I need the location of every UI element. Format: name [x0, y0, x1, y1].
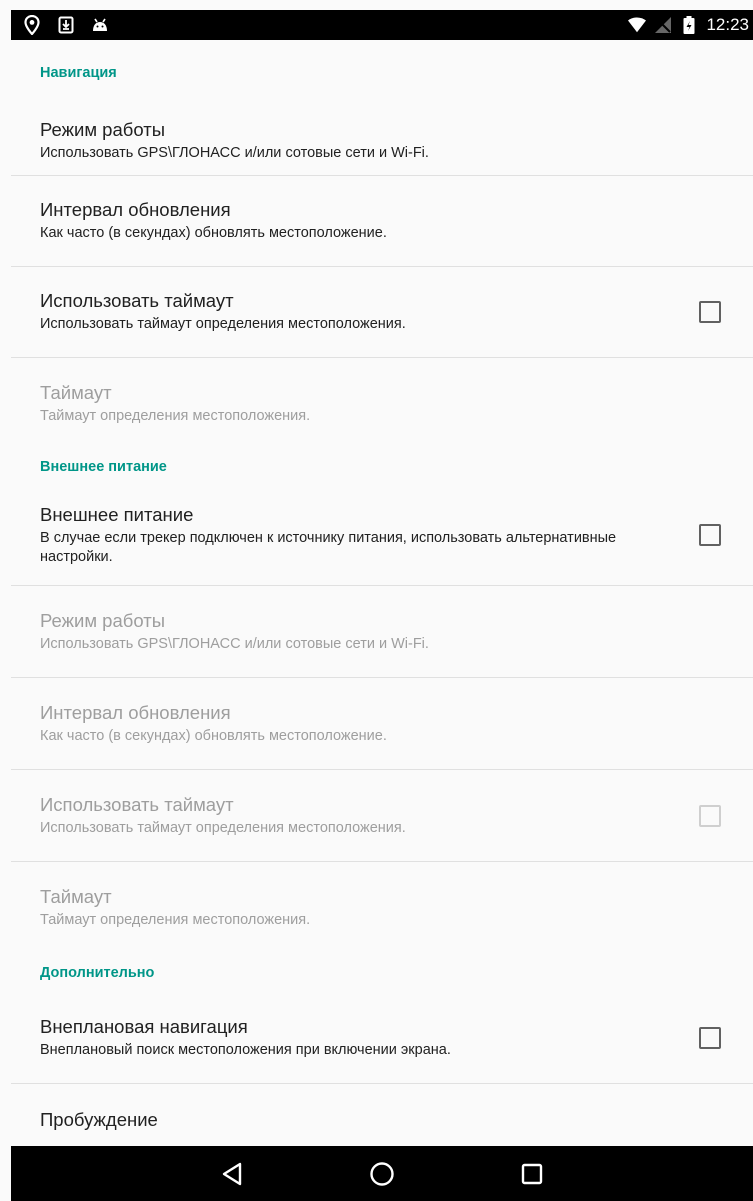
pref-unscheduled-navigation[interactable]: Внеплановая навигация Внеплановый поиск …	[11, 992, 753, 1084]
status-time: 12:23	[706, 15, 749, 34]
recents-icon[interactable]	[512, 1154, 552, 1194]
pref-title: Внешнее питание	[40, 503, 194, 525]
navigation-bar	[11, 1146, 753, 1201]
android-icon	[91, 16, 109, 34]
pref-title: Таймаут	[40, 381, 112, 403]
download-icon	[57, 16, 75, 34]
status-bar: 12:23	[11, 10, 753, 40]
home-icon[interactable]	[362, 1154, 402, 1194]
category-header-external-power: Внешнее питание	[40, 459, 167, 475]
pref-title: Использовать таймаут	[40, 290, 234, 311]
pref-mode-external: Режим работы Использовать GPS\ГЛОНАСС и/…	[11, 586, 753, 678]
external-power-checkbox[interactable]	[699, 524, 721, 546]
pref-wakeup[interactable]: Пробуждение	[11, 1084, 753, 1146]
wifi-icon	[628, 16, 647, 34]
pref-timeout: Таймаут Таймаут определения местоположен…	[11, 358, 753, 449]
category-header-navigation: Навигация	[40, 65, 117, 81]
pref-summary: Таймаут определения местоположения.	[40, 912, 311, 928]
back-icon[interactable]	[212, 1154, 252, 1194]
pref-summary: В случае если трекер подключен к источни…	[40, 529, 617, 565]
pref-title: Режим работы	[40, 118, 166, 140]
pref-use-timeout[interactable]: Использовать таймаут Использовать таймау…	[11, 267, 753, 358]
pref-title: Внеплановая навигация	[40, 1015, 248, 1037]
pref-use-timeout-external: Использовать таймаут Использовать таймау…	[11, 770, 753, 862]
pref-title: Пробуждение	[40, 1109, 158, 1130]
unscheduled-navigation-checkbox[interactable]	[699, 1026, 721, 1049]
pref-summary: Использовать GPS\ГЛОНАСС и/или сотовые с…	[40, 144, 429, 161]
pref-title: Использовать таймаут	[40, 793, 234, 815]
pref-summary: Использовать таймаут определения местопо…	[40, 316, 406, 332]
pref-summary: Как часто (в секундах) обновлять местопо…	[40, 225, 387, 241]
pref-title: Интервал обновления	[40, 199, 231, 220]
pref-summary: Внеплановый поиск местоположения при вкл…	[40, 1041, 451, 1058]
pref-summary: Использовать таймаут определения местопо…	[40, 819, 406, 836]
settings-list[interactable]: Навигация Режим работы Использовать GPS\…	[11, 40, 753, 1146]
pref-summary: Использовать GPS\ГЛОНАСС и/или сотовые с…	[40, 635, 429, 652]
pref-summary: Таймаут определения местоположения.	[40, 407, 311, 424]
pref-title: Интервал обновления	[40, 701, 231, 723]
category-header-additional: Дополнительно	[40, 965, 155, 981]
no-sim-icon	[654, 16, 672, 34]
pref-mode[interactable]: Режим работы Использовать GPS\ГЛОНАСС и/…	[11, 106, 753, 176]
battery-icon	[680, 16, 698, 34]
pref-external-power[interactable]: Внешнее питание В случае если трекер под…	[11, 485, 753, 586]
pref-timeout-external: Таймаут Таймаут определения местоположен…	[11, 862, 753, 954]
location-pin-icon	[23, 15, 41, 35]
pref-title: Таймаут	[40, 886, 112, 907]
pref-summary: Как часто (в секундах) обновлять местопо…	[40, 727, 387, 744]
use-timeout-checkbox[interactable]	[699, 301, 721, 323]
pref-update-interval[interactable]: Интервал обновления Как часто (в секунда…	[11, 176, 753, 267]
pref-update-interval-external: Интервал обновления Как часто (в секунда…	[11, 678, 753, 770]
use-timeout-external-checkbox	[699, 804, 721, 827]
pref-title: Режим работы	[40, 609, 166, 631]
